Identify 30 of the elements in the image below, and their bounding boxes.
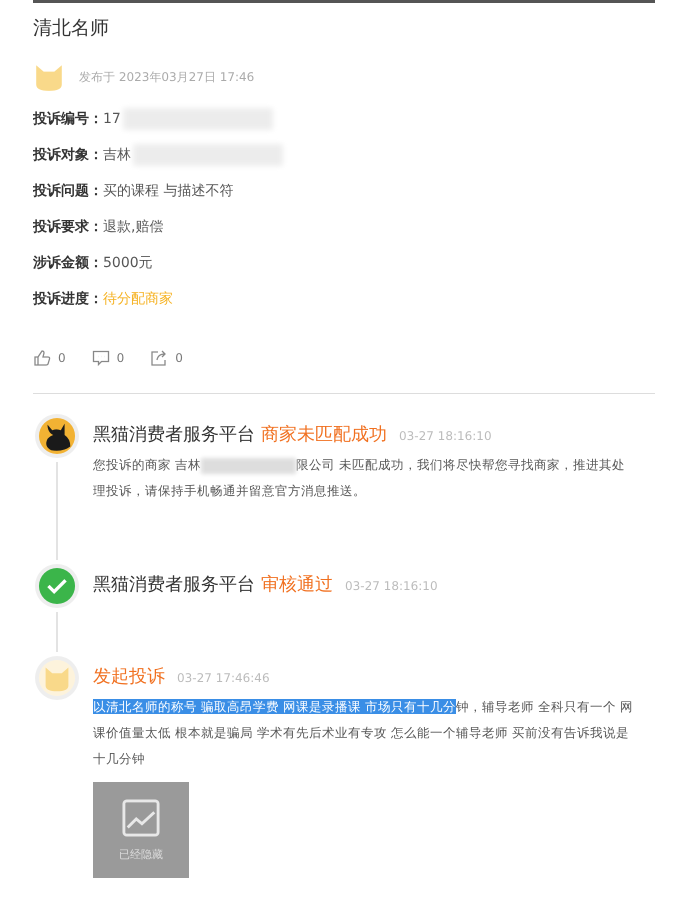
thumbs-up-icon[interactable] [33,349,51,367]
field-value: 17 [103,111,121,127]
complaint-text: 以清北名师的称号 骗取高昂学费 网课是录播课 市场只有十几分钟，辅导老师 全科只有一个 网课价值量太低 根本就是骗局 学术有先后术业有专攻 怎么能一个辅导老师 买前没有告诉我说是十几分钟 [93,698,633,768]
post-title: 清北名师 [33,16,110,41]
message-text: 您投诉的商家 吉林 限公司 未匹配成功，我们将尽快帮您寻找商家，推进其处理投诉，请保持手机畅通并留意官方消息推送。 [93,456,626,500]
share-icon[interactable] [150,349,168,367]
timestamp: 03-27 18:16:10 [399,429,492,443]
check-circle-icon [38,567,76,605]
status-label: 审核通过 [261,573,333,596]
field-label: 涉诉金额： [33,254,103,272]
field-value: 退款,赔偿 [103,218,164,236]
platform-name: 黑猫消费者服务平台 [93,423,255,446]
image-icon [122,798,160,836]
status-label: 商家未匹配成功 [261,423,387,446]
publish-time: 发布于 2023年03月27日 17:46 [79,68,254,86]
timestamp: 03-27 17:46:46 [177,671,270,685]
action-count: 0 [175,351,183,365]
comment-icon[interactable] [92,349,110,367]
field-value: 待分配商家 [103,290,173,308]
field-value: 买的课程 与描述不符 [103,182,234,200]
cat-avatar-icon [38,659,76,697]
field-value: 5000元 [103,254,153,272]
timestamp: 03-27 18:16:10 [345,579,438,593]
platform-name: 黑猫消费者服务平台 [93,573,255,596]
action-count: 0 [58,351,66,365]
field-value: 吉林 [103,146,131,164]
cat-silhouette-icon [38,417,76,455]
status-label: 发起投诉 [93,665,165,688]
image-label: 已经隐藏 [119,846,163,862]
action-count: 0 [116,351,124,365]
